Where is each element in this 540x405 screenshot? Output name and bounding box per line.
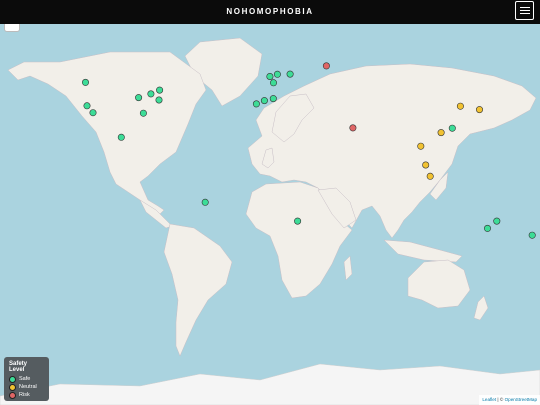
legend-label-risk: Risk (19, 392, 30, 398)
safe-location-marker[interactable] (448, 124, 456, 132)
legend-label-neutral: Neutral (19, 384, 37, 390)
landmass-central-america (139, 199, 173, 229)
map-canvas[interactable] (0, 24, 540, 405)
risk-location-marker[interactable] (322, 62, 330, 70)
osm-link[interactable]: OpenStreetMap (505, 397, 537, 402)
safe-swatch-icon (9, 375, 16, 383)
neutral-location-marker[interactable] (426, 172, 434, 180)
hamburger-menu-button[interactable] (515, 1, 534, 20)
safe-location-marker[interactable] (493, 217, 501, 225)
legend-title: Safety Level (9, 361, 28, 373)
legend-item-risk: Risk (9, 391, 44, 399)
safe-location-marker[interactable] (117, 133, 125, 141)
neutral-location-marker[interactable] (422, 161, 430, 169)
risk-swatch-icon (9, 391, 16, 399)
landmass-madagascar (343, 255, 353, 281)
safe-location-marker[interactable] (82, 78, 90, 86)
neutral-location-marker[interactable] (437, 129, 445, 137)
safe-location-marker[interactable] (483, 224, 491, 232)
safe-location-marker[interactable] (286, 70, 294, 78)
landmass-north-america (7, 51, 207, 215)
neutral-swatch-icon (9, 383, 16, 391)
safe-location-marker[interactable] (139, 109, 147, 117)
risk-location-marker[interactable] (349, 124, 357, 132)
safe-location-marker[interactable] (269, 79, 277, 87)
legend-item-neutral: Neutral (9, 383, 44, 391)
safe-location-marker[interactable] (156, 86, 164, 94)
safe-location-marker[interactable] (266, 72, 274, 80)
safe-location-marker[interactable] (294, 217, 302, 225)
neutral-location-marker[interactable] (417, 142, 425, 150)
landmass-antarctica (0, 363, 540, 405)
safe-location-marker[interactable] (83, 102, 91, 110)
landmass-south-america (163, 223, 233, 357)
brand-title[interactable]: NOHOMOPHOBIA (0, 0, 540, 24)
top-navbar: NOHOMOPHOBIA (0, 0, 540, 24)
landmass-australia (407, 259, 471, 309)
safe-location-marker[interactable] (201, 198, 209, 206)
neutral-location-marker[interactable] (456, 102, 464, 110)
safe-location-marker[interactable] (252, 100, 260, 108)
safe-location-marker[interactable] (273, 70, 281, 78)
safe-location-marker[interactable] (135, 94, 143, 102)
safe-location-marker[interactable] (269, 95, 277, 103)
safe-location-marker[interactable] (528, 231, 536, 239)
safety-legend: Safety Level Safe Neutral Risk (4, 357, 49, 401)
landmass-new-zealand (473, 295, 489, 321)
hamburger-icon (519, 7, 530, 8)
neutral-location-marker[interactable] (475, 106, 483, 114)
safe-location-marker[interactable] (260, 97, 268, 105)
world-map[interactable] (0, 24, 540, 405)
safe-location-marker[interactable] (89, 109, 97, 117)
map-attribution: Leaflet | © OpenStreetMap (479, 395, 540, 405)
leaflet-link[interactable]: Leaflet (482, 397, 496, 402)
attribution-separator: | © (496, 397, 505, 402)
landmass-indonesia (383, 239, 463, 263)
zoom-control[interactable] (4, 24, 20, 32)
legend-label-safe: Safe (19, 376, 31, 382)
safe-location-marker[interactable] (155, 96, 163, 104)
safe-location-marker[interactable] (147, 90, 155, 98)
legend-item-safe: Safe (9, 375, 44, 383)
